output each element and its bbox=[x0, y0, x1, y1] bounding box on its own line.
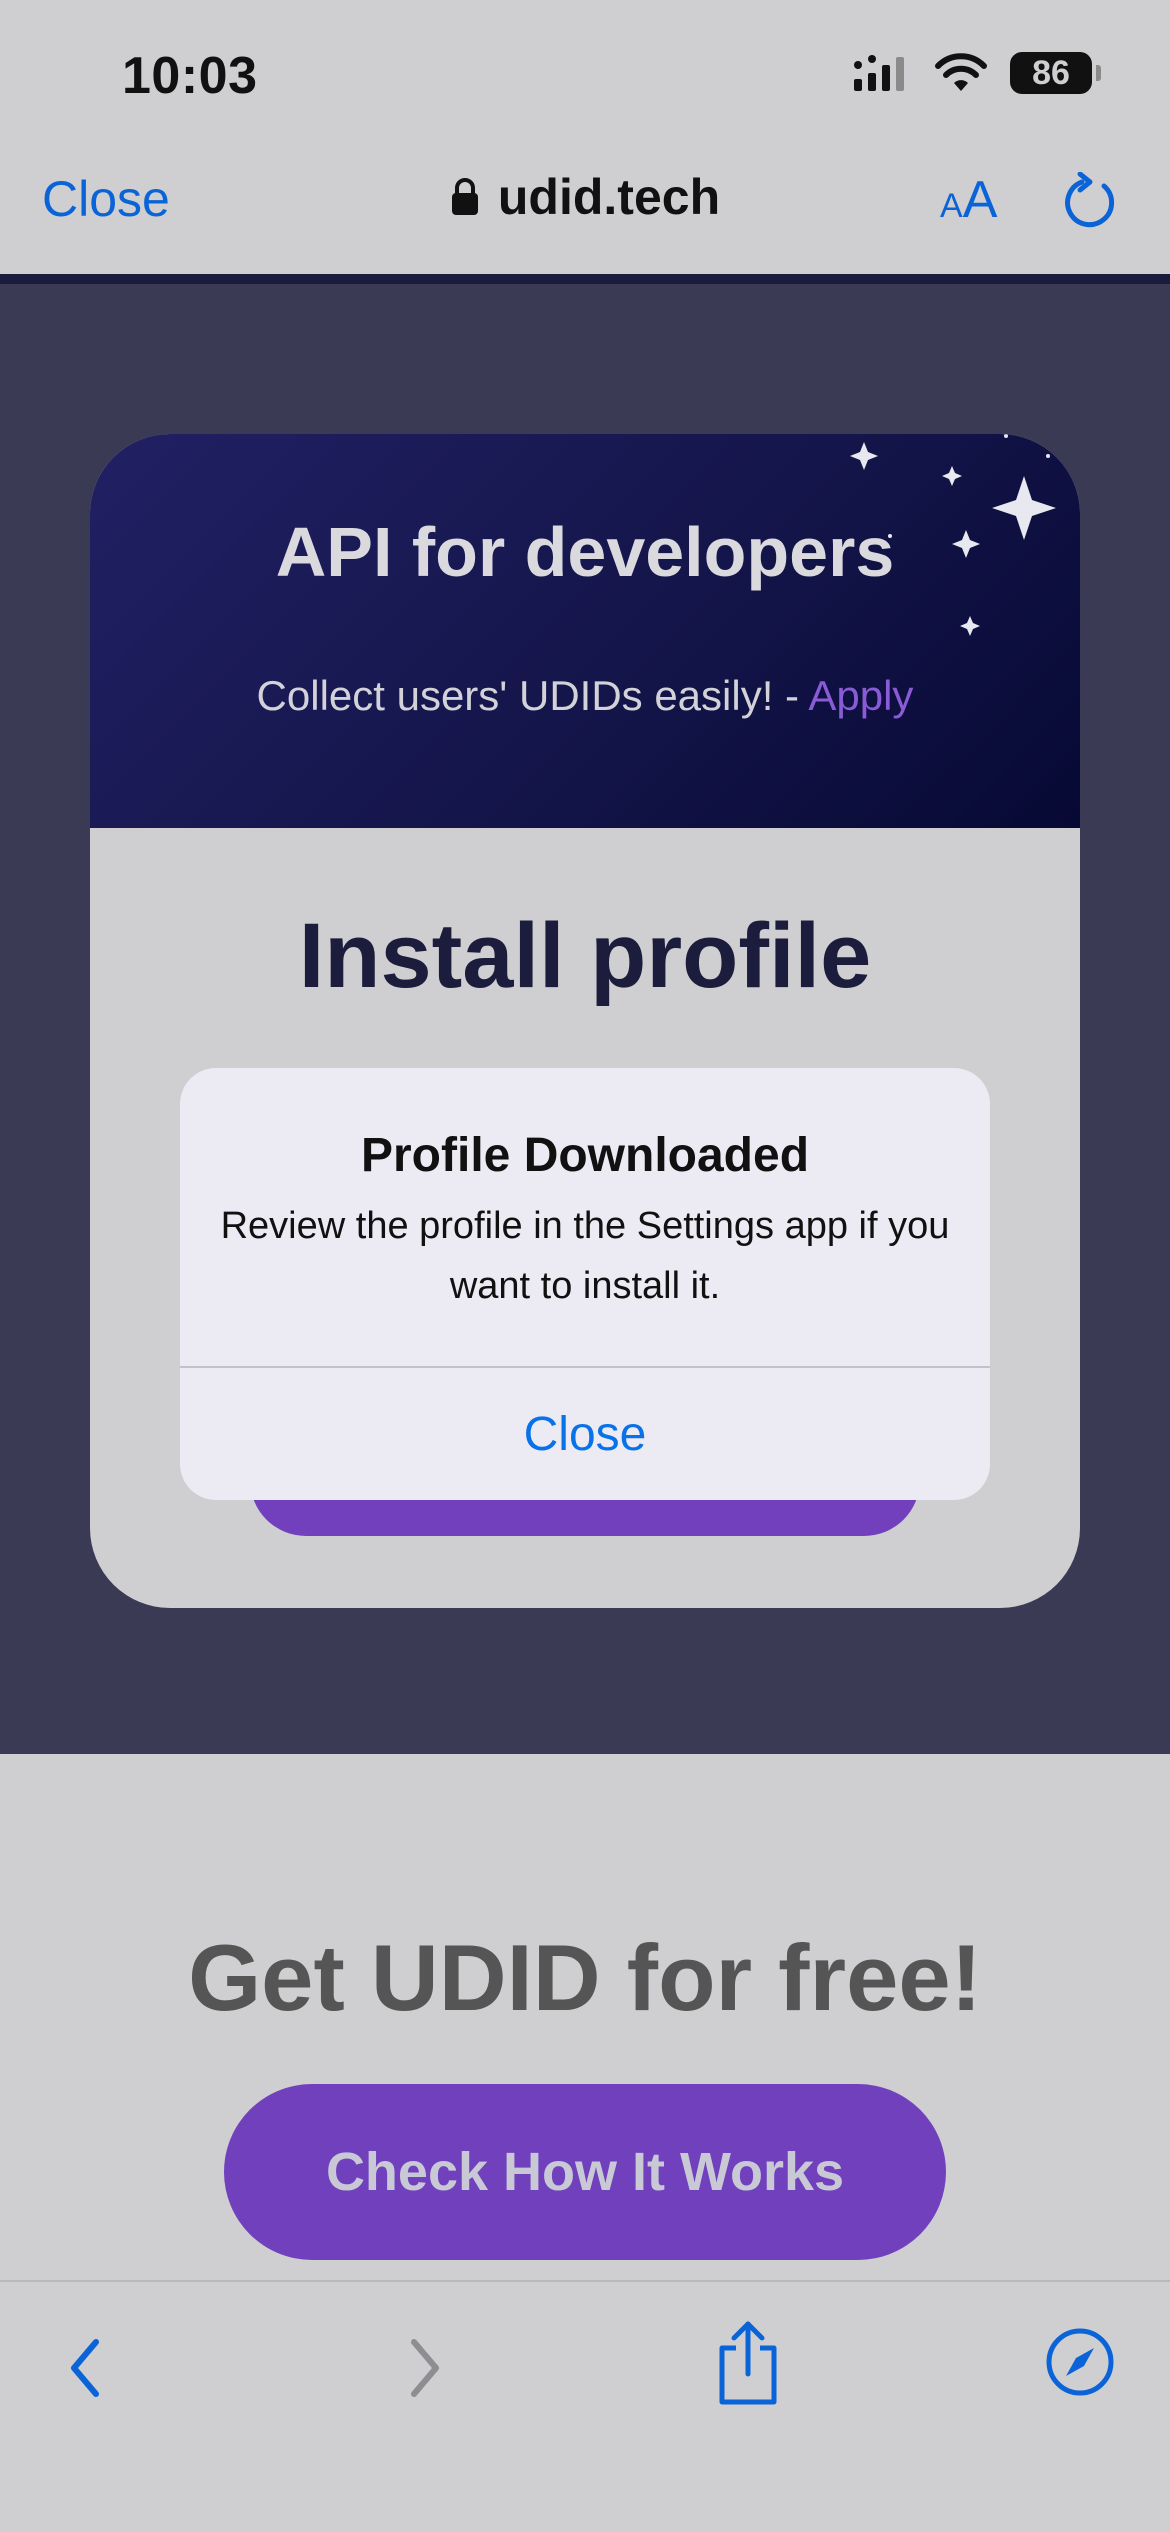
browser-top-bar: Close udid.tech AA bbox=[0, 150, 1170, 274]
promo-title: Get UDID for free! bbox=[188, 1925, 982, 2030]
alert-close-button[interactable]: Close bbox=[180, 1368, 990, 1500]
wifi-icon bbox=[935, 53, 987, 91]
back-icon[interactable] bbox=[62, 2328, 112, 2408]
sparkle-icon bbox=[850, 434, 1056, 636]
lock-icon bbox=[451, 178, 478, 215]
api-title: API for developers bbox=[275, 513, 895, 591]
alert-title: Profile Downloaded bbox=[360, 1129, 810, 1182]
install-profile-title: Install profile bbox=[298, 905, 872, 1007]
forward-icon[interactable] bbox=[398, 2328, 448, 2408]
api-subtitle: Collect users' UDIDs easily! - Apply bbox=[256, 672, 914, 719]
text-size-button[interactable]: AA bbox=[940, 170, 997, 230]
share-icon[interactable] bbox=[712, 2318, 784, 2408]
status-icons: 86 bbox=[852, 52, 1101, 94]
cellular-signal-icon bbox=[854, 55, 904, 91]
battery-indicator: 86 bbox=[1010, 52, 1101, 94]
api-banner: API for developers Collect users' UDIDs … bbox=[90, 434, 1080, 828]
status-bar: 10:03 86 bbox=[0, 0, 1170, 150]
check-how-it-works-button[interactable]: Check How It Works bbox=[224, 2084, 946, 2260]
battery-level: 86 bbox=[1032, 53, 1070, 92]
status-time: 10:03 bbox=[122, 47, 258, 105]
alert-message: Review the profile in the Settings app i… bbox=[220, 1205, 950, 1307]
reload-icon[interactable] bbox=[1060, 172, 1122, 234]
url-text: udid.tech bbox=[497, 169, 721, 225]
browser-toolbar bbox=[0, 2280, 1170, 2532]
apply-link[interactable]: Apply bbox=[808, 672, 913, 719]
compass-icon[interactable] bbox=[1044, 2326, 1116, 2398]
profile-downloaded-alert: Profile Downloaded Review the profile in… bbox=[180, 1068, 990, 1500]
